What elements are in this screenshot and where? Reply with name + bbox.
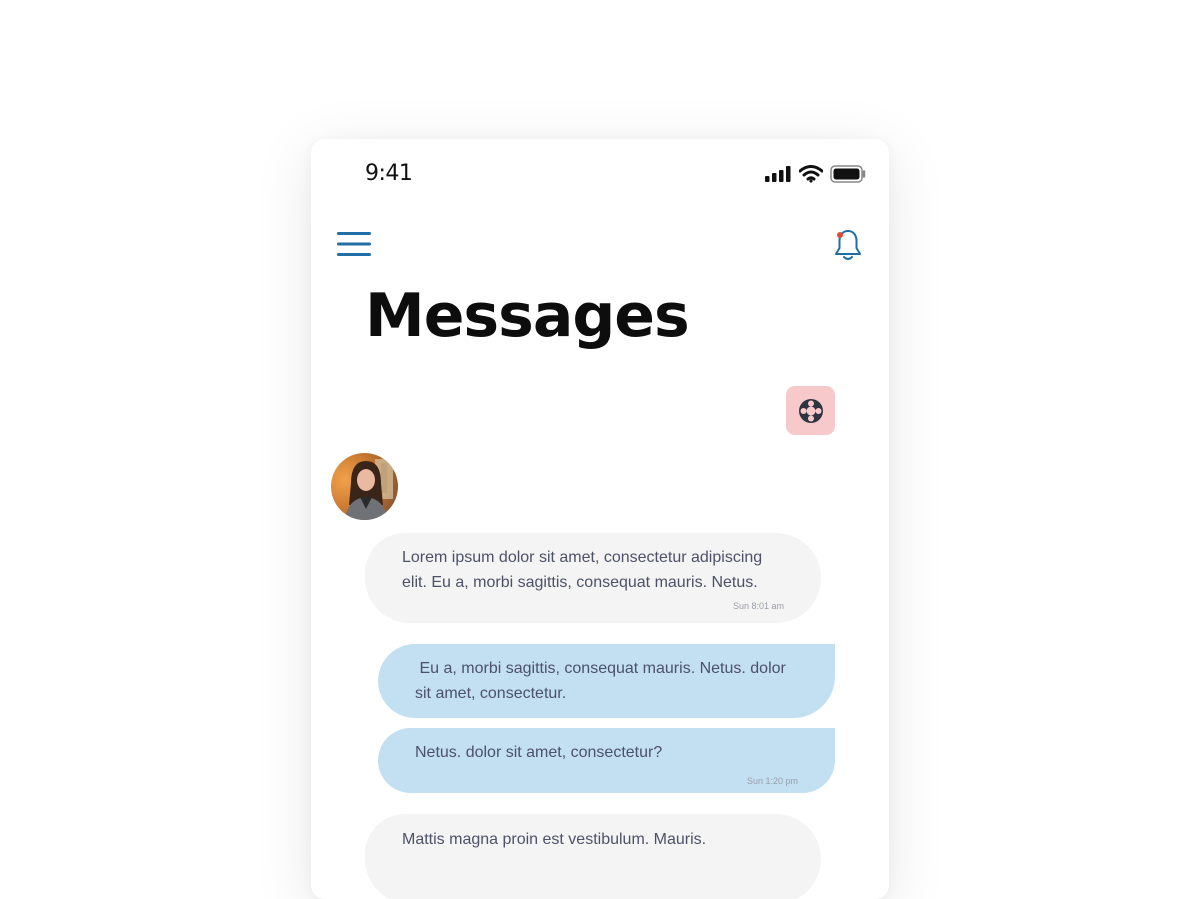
notification-dot	[837, 232, 843, 238]
message-timestamp: Sun 1:20 pm	[746, 776, 798, 786]
wifi-icon	[799, 165, 823, 183]
message-timestamp: Sun 8:01 am	[732, 601, 784, 611]
menu-button[interactable]	[337, 231, 371, 257]
message-text: Eu a, morbi sagittis, consequat mauris. …	[415, 660, 791, 702]
message-bubble: Netus. dolor sit amet, consectetur? Sun …	[378, 728, 835, 793]
message-text: Mattis magna proin est vestibulum. Mauri…	[402, 831, 707, 848]
status-icons	[765, 165, 867, 183]
bell-icon	[835, 230, 861, 260]
message-text: Lorem ipsum dolor sit amet, consectetur …	[402, 549, 763, 591]
hamburger-menu-icon	[337, 232, 371, 256]
phone-frame: 9:41 Messages Lorem ipsum dolor sit amet…	[311, 139, 889, 899]
avatar-photo	[331, 453, 398, 520]
message-bubble: Lorem ipsum dolor sit amet, consectetur …	[365, 533, 821, 623]
contact-avatar[interactable]	[331, 453, 398, 520]
cellular-signal-icon	[765, 166, 791, 182]
message-text: Netus. dolor sit amet, consectetur?	[415, 744, 663, 761]
lifebuoy-icon	[798, 398, 823, 423]
page-title: Messages	[365, 281, 690, 351]
notifications-button[interactable]	[833, 228, 863, 262]
status-time: 9:41	[365, 161, 413, 186]
message-bubble: Mattis magna proin est vestibulum. Mauri…	[365, 814, 821, 899]
message-bubble: Eu a, morbi sagittis, consequat mauris. …	[378, 644, 835, 718]
battery-icon	[830, 165, 866, 183]
support-button[interactable]	[786, 386, 835, 435]
